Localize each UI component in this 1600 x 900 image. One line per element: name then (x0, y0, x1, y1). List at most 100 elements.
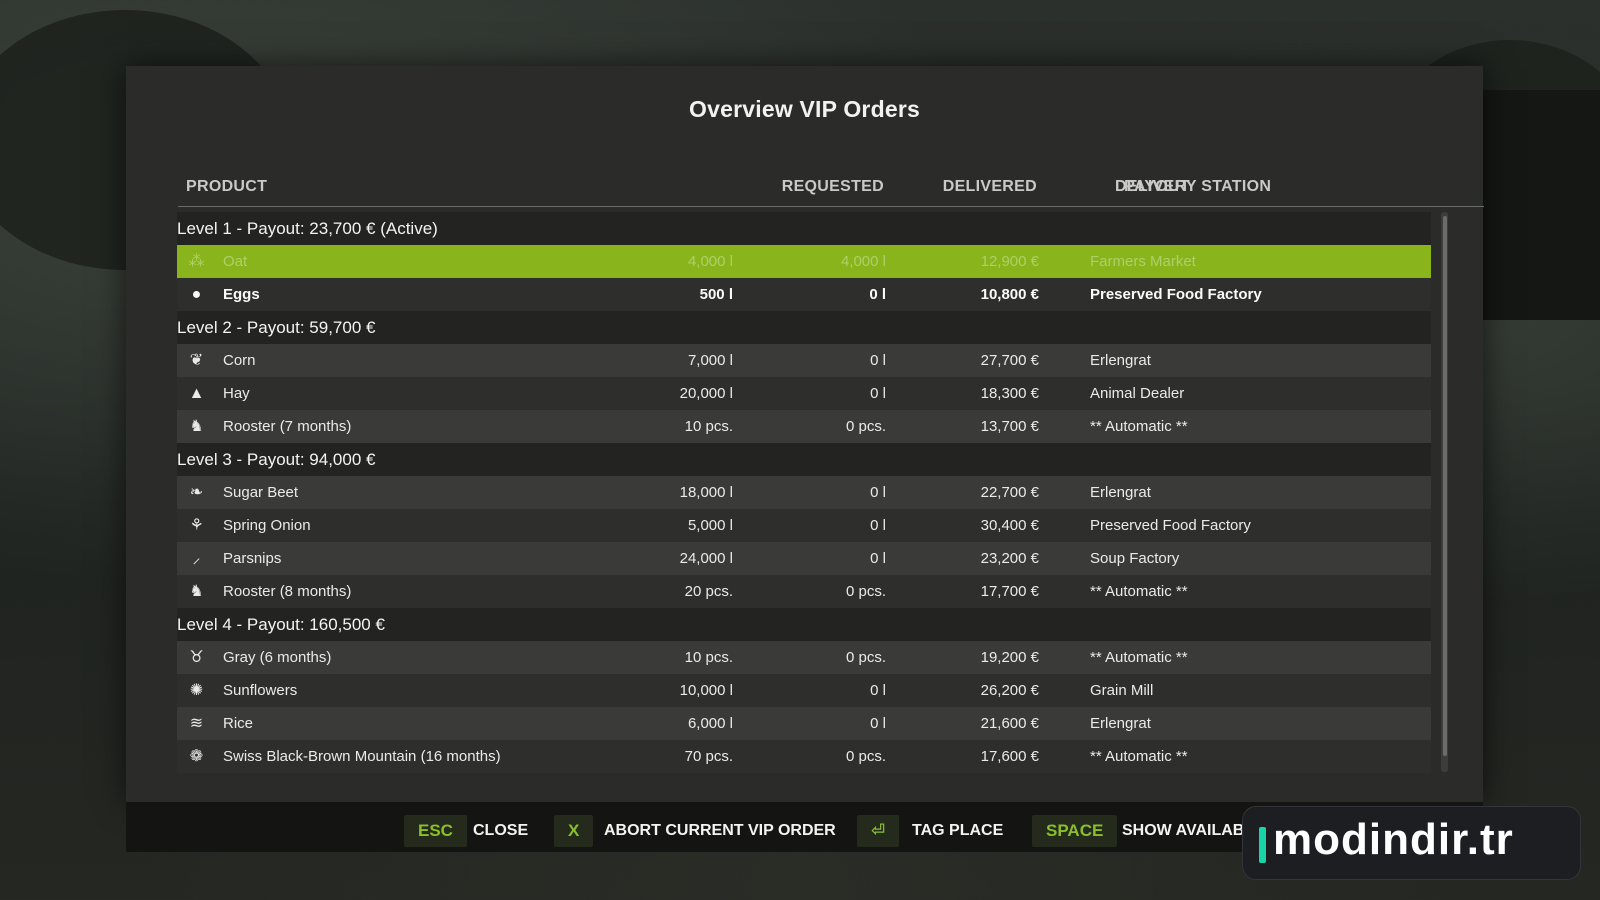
goat-icon: ♉ (189, 649, 204, 666)
delivery-station: Soup Factory (1090, 550, 1180, 567)
column-headers: PRODUCT REQUESTED DELIVERED PAYOUT DELIV… (178, 178, 1484, 207)
delivered-amount: 0 pcs. (845, 418, 886, 435)
order-row[interactable]: ❧ Sugar Beet 18,000 l 0 l 22,700 € Erlengrat (177, 476, 1431, 509)
delivery-station: Erlengrat (1090, 352, 1151, 369)
delivered-amount: 4,000 l (840, 253, 886, 270)
product-name: Sugar Beet (223, 484, 299, 501)
order-row[interactable]: ● Eggs 500 l 0 l 10,800 € Preserved Food Fact… (177, 278, 1431, 311)
payout-amount: 27,700 € (980, 352, 1039, 369)
watermark-accent-bar (1259, 827, 1266, 863)
level-group-header: Level 1 - Payout: 23,700 € (Active) (177, 212, 1431, 245)
order-row[interactable]: ⸝ Parsnips 24,000 l 0 l 23,200 € Soup Factory (177, 542, 1431, 575)
requested-amount: 20 pcs. (684, 583, 733, 600)
delivery-station: Erlengrat (1090, 715, 1151, 732)
sugar-beet-icon: ❧ (189, 484, 204, 501)
product-name: Rooster (8 months) (223, 583, 352, 600)
delivered-amount: 0 l (870, 484, 886, 501)
order-row[interactable]: ▲ Hay 20,000 l 0 l 18,300 € Animal Dealer (177, 377, 1431, 410)
payout-amount: 18,300 € (980, 385, 1039, 402)
requested-amount: 20,000 l (679, 385, 733, 402)
abort-vip-order-button[interactable]: ABORT CURRENT VIP ORDER (604, 815, 836, 847)
delivered-amount: 0 l (870, 352, 886, 369)
product-name: Swiss Black-Brown Mountain (16 months) (223, 748, 501, 765)
scrollbar-thumb[interactable] (1443, 216, 1447, 756)
delivery-station: Farmers Market (1090, 253, 1196, 270)
hay-icon: ▲ (188, 385, 205, 402)
delivery-station: Preserved Food Factory (1090, 286, 1262, 303)
payout-amount: 26,200 € (980, 682, 1039, 699)
product-name: Sunflowers (223, 682, 298, 699)
product-name: Spring Onion (223, 517, 311, 534)
order-row[interactable]: ♉ Gray (6 months) 10 pcs. 0 pcs. 19,200 € ** … (177, 641, 1431, 674)
requested-amount: 10 pcs. (684, 649, 733, 666)
order-row[interactable]: ⁂ Oat 4,000 l 4,000 l 12,900 € Farmers Market (177, 245, 1431, 278)
spring-onion-icon: ⚘ (189, 517, 204, 534)
order-row[interactable]: ≋ Rice 6,000 l 0 l 21,600 € Erlengrat (177, 707, 1431, 740)
delivery-station: Erlengrat (1090, 484, 1151, 501)
order-row[interactable]: ⚘ Spring Onion 5,000 l 0 l 30,400 € Preserved… (177, 509, 1431, 542)
column-delivered: DELIVERED (942, 178, 1037, 195)
payout-amount: 22,700 € (980, 484, 1039, 501)
requested-amount: 7,000 l (687, 352, 733, 369)
order-row[interactable]: ❦ Corn 7,000 l 0 l 27,700 € Erlengrat (177, 344, 1431, 377)
payout-amount: 17,700 € (980, 583, 1039, 600)
delivery-station: ** Automatic ** (1090, 649, 1188, 666)
x-key-hint[interactable]: X (554, 815, 594, 847)
esc-key-hint[interactable]: ESC (404, 815, 467, 847)
column-requested: REQUESTED (781, 178, 884, 195)
delivery-station: ** Automatic ** (1090, 583, 1188, 600)
enter-key-icon[interactable]: ⏎ (857, 815, 900, 847)
delivered-amount: 0 l (870, 385, 886, 402)
delivered-amount: 0 l (870, 550, 886, 567)
requested-amount: 5,000 l (687, 517, 733, 534)
column-product: PRODUCT (186, 178, 268, 195)
order-list[interactable]: Level 1 - Payout: 23,700 € (Active) ⁂ Oat 4… (177, 212, 1431, 842)
order-row[interactable]: ♞ Rooster (7 months) 10 pcs. 0 pcs. 13,700 €… (177, 410, 1431, 443)
requested-amount: 6,000 l (687, 715, 733, 732)
delivered-amount: 0 l (869, 286, 886, 303)
delivered-amount: 0 pcs. (845, 748, 886, 765)
delivery-station: Preserved Food Factory (1090, 517, 1251, 534)
order-row[interactable]: ✺ Sunflowers 10,000 l 0 l 26,200 € Grain Mill (177, 674, 1431, 707)
delivered-amount: 0 pcs. (845, 649, 886, 666)
order-row[interactable]: ♞ Rooster (8 months) 20 pcs. 0 pcs. 17,700 €… (177, 575, 1431, 608)
product-name: Rice (223, 715, 254, 732)
delivery-station: ** Automatic ** (1090, 418, 1188, 435)
requested-amount: 500 l (699, 286, 733, 303)
rooster-icon: ♞ (189, 583, 204, 600)
requested-amount: 18,000 l (679, 484, 733, 501)
product-name: Hay (223, 385, 250, 402)
payout-amount: 21,600 € (980, 715, 1039, 732)
payout-amount: 23,200 € (980, 550, 1039, 567)
parsnips-icon: ⸝ (192, 550, 201, 567)
product-name: Corn (223, 352, 256, 369)
tag-place-button[interactable]: TAG PLACE (912, 815, 1003, 847)
requested-amount: 4,000 l (687, 253, 733, 270)
level-group-header: Level 2 - Payout: 59,700 € (177, 311, 1431, 344)
corn-icon: ❦ (189, 352, 204, 369)
product-name: Oat (223, 253, 248, 270)
eggs-icon: ● (191, 286, 202, 303)
sunflower-icon: ✺ (189, 682, 204, 699)
vip-orders-dialog: Overview VIP Orders PRODUCT REQUESTED DE… (126, 66, 1484, 802)
delivered-amount: 0 l (870, 715, 886, 732)
watermark-text: modindir.tr (1273, 815, 1514, 864)
rice-icon: ≋ (189, 715, 204, 732)
delivered-amount: 0 l (870, 517, 886, 534)
product-name: Rooster (7 months) (223, 418, 352, 435)
requested-amount: 10,000 l (679, 682, 733, 699)
requested-amount: 70 pcs. (684, 748, 733, 765)
requested-amount: 10 pcs. (684, 418, 733, 435)
close-button[interactable]: CLOSE (473, 815, 528, 847)
delivery-station: Animal Dealer (1090, 385, 1185, 402)
payout-amount: 17,600 € (980, 748, 1039, 765)
order-row[interactable]: ❁ Swiss Black-Brown Mountain (16 months) 7… (177, 740, 1431, 773)
delivery-station: Grain Mill (1090, 682, 1154, 699)
rooster-icon: ♞ (189, 418, 204, 435)
dialog-title: Overview VIP Orders (689, 96, 920, 122)
column-delivery-station: DELIVERY STATION (1115, 178, 1272, 195)
requested-amount: 24,000 l (679, 550, 733, 567)
delivered-amount: 0 l (870, 682, 886, 699)
payout-amount: 13,700 € (980, 418, 1039, 435)
space-key-hint[interactable]: SPACE (1032, 815, 1118, 847)
